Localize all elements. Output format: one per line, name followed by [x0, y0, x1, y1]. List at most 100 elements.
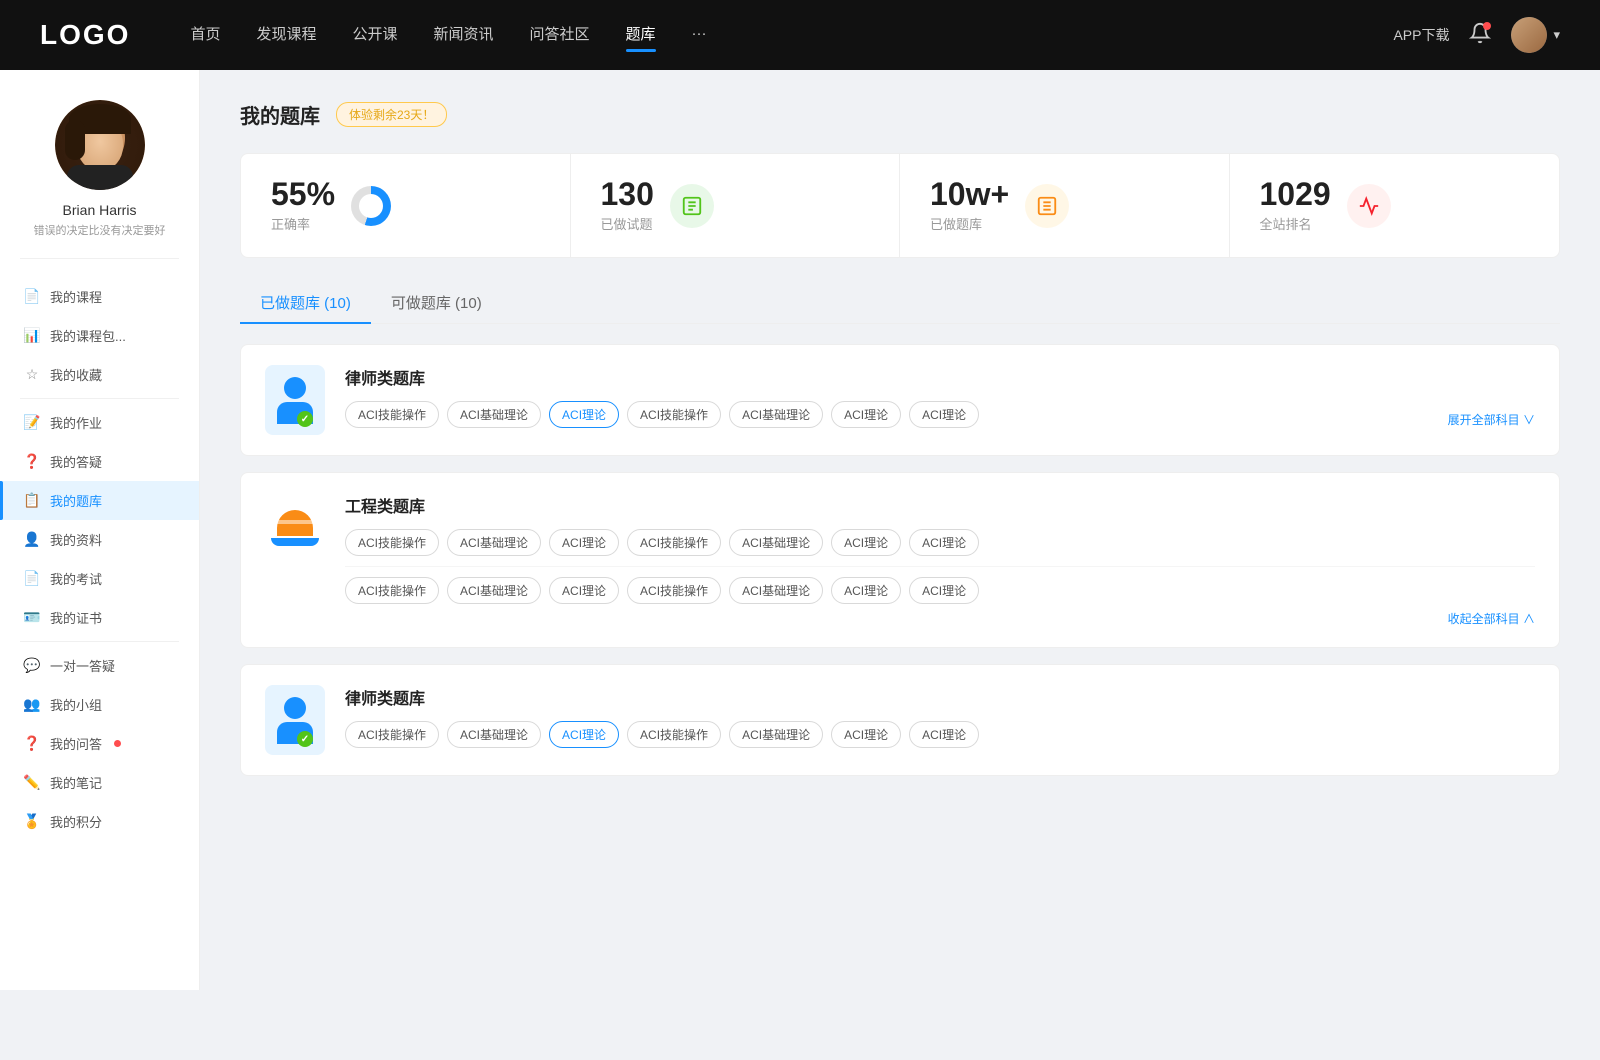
bank-card-engineer: 工程类题库 ACI技能操作 ACI基础理论 ACI理论 ACI技能操作 ACI基…	[240, 472, 1560, 648]
bank-tag[interactable]: ACI理论	[909, 529, 979, 556]
bank-tag[interactable]: ACI基础理论	[729, 577, 823, 604]
bank-tag[interactable]: ACI基础理论	[729, 721, 823, 748]
sidebar: Brian Harris 错误的决定比没有决定要好 📄 我的课程 📊 我的课程包…	[0, 70, 200, 990]
nav-open-course[interactable]: 公开课	[352, 23, 397, 48]
nav-news[interactable]: 新闻资讯	[434, 23, 494, 48]
stat-done-questions-label: 已做试题	[601, 214, 654, 233]
bank-tag[interactable]: ACI理论	[831, 401, 901, 428]
bank-tag[interactable]: ACI技能操作	[345, 721, 439, 748]
nav-home[interactable]: 首页	[190, 23, 220, 48]
stat-rank-label: 全站排名	[1260, 214, 1331, 233]
bank-card-lawyer-1: ✓ 律师类题库 ACI技能操作 ACI基础理论 ACI理论 ACI技能操作 AC…	[240, 344, 1560, 456]
hardhat-stripe	[277, 520, 313, 524]
sidebar-item-questions[interactable]: ❓ 我的答疑	[0, 442, 199, 481]
expand-btn-lawyer-1[interactable]: 展开全部科目 ∨	[1448, 411, 1535, 428]
bank-tag[interactable]: ACI技能操作	[627, 577, 721, 604]
stat-accuracy-label: 正确率	[271, 214, 335, 233]
bank-tag[interactable]: ACI理论	[831, 529, 901, 556]
sidebar-avatar	[55, 100, 145, 190]
app-download-btn[interactable]: APP下载	[1393, 25, 1449, 45]
tabs-row: 已做题库 (10) 可做题库 (10)	[240, 282, 1560, 324]
bank-tag[interactable]: ACI理论	[909, 401, 979, 428]
bank-tag-active[interactable]: ACI理论	[549, 401, 619, 428]
rank-icon	[1347, 184, 1391, 228]
sidebar-label: 我的题库	[50, 491, 102, 510]
stat-accuracy: 55% 正确率	[241, 154, 571, 257]
bank-tag[interactable]: ACI基础理论	[447, 721, 541, 748]
user-avatar-menu[interactable]: ▾	[1511, 17, 1560, 53]
bank-tag[interactable]: ACI基础理论	[447, 577, 541, 604]
avatar	[1511, 17, 1547, 53]
bank-tags-engineer-row1: ACI技能操作 ACI基础理论 ACI理论 ACI技能操作 ACI基础理论 AC…	[345, 529, 1535, 556]
bank-tag[interactable]: ACI基础理论	[447, 529, 541, 556]
sidebar-label: 我的笔记	[50, 773, 102, 792]
bank-card-lawyer-2: ✓ 律师类题库 ACI技能操作 ACI基础理论 ACI理论 ACI技能操作 AC…	[240, 664, 1560, 776]
nav-question-bank[interactable]: 题库	[626, 23, 656, 48]
tab-done-banks[interactable]: 已做题库 (10)	[240, 282, 371, 323]
one-on-one-icon: 💬	[24, 658, 40, 674]
bank-tag[interactable]: ACI理论	[831, 577, 901, 604]
bank-icon-engineer	[265, 493, 325, 563]
bank-tag[interactable]: ACI技能操作	[627, 401, 721, 428]
bank-tag[interactable]: ACI理论	[909, 721, 979, 748]
sidebar-item-course-package[interactable]: 📊 我的课程包...	[0, 316, 199, 355]
bank-tag[interactable]: ACI技能操作	[627, 721, 721, 748]
bank-tag[interactable]: ACI技能操作	[345, 401, 439, 428]
sidebar-slogan: 错误的决定比没有决定要好	[34, 222, 166, 238]
sidebar-item-group[interactable]: 👥 我的小组	[0, 685, 199, 724]
done-banks-icon	[1025, 184, 1069, 228]
bank-tag[interactable]: ACI基础理论	[729, 401, 823, 428]
sidebar-item-certificate[interactable]: 🪪 我的证书	[0, 598, 199, 637]
bank-tag[interactable]: ACI理论	[549, 577, 619, 604]
bank-tag[interactable]: ACI理论	[549, 529, 619, 556]
logo[interactable]: LOGO	[40, 19, 130, 51]
bank-name-lawyer-1: 律师类题库	[345, 365, 1535, 389]
qa-notification-dot	[114, 740, 121, 747]
sidebar-item-favorites[interactable]: ☆ 我的收藏	[0, 355, 199, 394]
sidebar-item-one-on-one[interactable]: 💬 一对一答疑	[0, 646, 199, 685]
stat-accuracy-value: 55%	[271, 178, 335, 210]
stats-row: 55% 正确率 130 已做试题	[240, 153, 1560, 258]
sidebar-item-profile[interactable]: 👤 我的资料	[0, 520, 199, 559]
bank-tag[interactable]: ACI理论	[909, 577, 979, 604]
bank-icon-lawyer-2: ✓	[265, 685, 325, 755]
nav-more[interactable]: ···	[692, 25, 707, 46]
sidebar-item-notes[interactable]: ✏️ 我的笔记	[0, 763, 199, 802]
sidebar-item-points[interactable]: 🏅 我的积分	[0, 802, 199, 841]
layout: Brian Harris 错误的决定比没有决定要好 📄 我的课程 📊 我的课程包…	[0, 70, 1600, 990]
bank-tags-lawyer-2: ACI技能操作 ACI基础理论 ACI理论 ACI技能操作 ACI基础理论 AC…	[345, 721, 1535, 748]
question-bank-icon: 📋	[24, 493, 40, 509]
bank-tag[interactable]: ACI技能操作	[627, 529, 721, 556]
nav-qa[interactable]: 问答社区	[530, 23, 590, 48]
sidebar-item-question-bank[interactable]: 📋 我的题库	[0, 481, 199, 520]
sidebar-divider-1	[20, 398, 179, 399]
sidebar-item-my-courses[interactable]: 📄 我的课程	[0, 277, 199, 316]
stat-done-questions-value: 130	[601, 178, 654, 210]
nav-discover[interactable]: 发现课程	[256, 23, 316, 48]
sidebar-nav: 📄 我的课程 📊 我的课程包... ☆ 我的收藏 📝 我的作业 ❓ 我的答疑 �	[0, 269, 199, 849]
bank-tag[interactable]: ACI技能操作	[345, 577, 439, 604]
hardhat-brim	[271, 538, 319, 546]
sidebar-item-my-qa[interactable]: ❓ 我的问答	[0, 724, 199, 763]
bank-tag[interactable]: ACI技能操作	[345, 529, 439, 556]
notification-bell[interactable]	[1469, 22, 1491, 49]
tab-available-banks[interactable]: 可做题库 (10)	[371, 282, 502, 323]
bank-tag[interactable]: ACI基础理论	[729, 529, 823, 556]
homework-icon: 📝	[24, 415, 40, 431]
main-content: 我的题库 体验剩余23天！ 55% 正确率 130 已做试题	[200, 70, 1600, 990]
sidebar-item-exam[interactable]: 📄 我的考试	[0, 559, 199, 598]
favorites-icon: ☆	[24, 367, 40, 383]
bank-tag-active[interactable]: ACI理论	[549, 721, 619, 748]
bank-tag[interactable]: ACI理论	[831, 721, 901, 748]
sidebar-label: 我的积分	[50, 812, 102, 831]
bank-tag[interactable]: ACI基础理论	[447, 401, 541, 428]
collapse-btn-engineer[interactable]: 收起全部科目 ∧	[345, 610, 1535, 627]
navbar: LOGO 首页 发现课程 公开课 新闻资讯 问答社区 题库 ··· APP下载 …	[0, 0, 1600, 70]
sidebar-label: 我的考试	[50, 569, 102, 588]
sidebar-item-homework[interactable]: 📝 我的作业	[0, 403, 199, 442]
sidebar-label: 我的答疑	[50, 452, 102, 471]
sidebar-label: 我的问答	[50, 734, 102, 753]
page-title: 我的题库	[240, 100, 320, 129]
group-icon: 👥	[24, 697, 40, 713]
stat-rank: 1029 全站排名	[1230, 154, 1560, 257]
